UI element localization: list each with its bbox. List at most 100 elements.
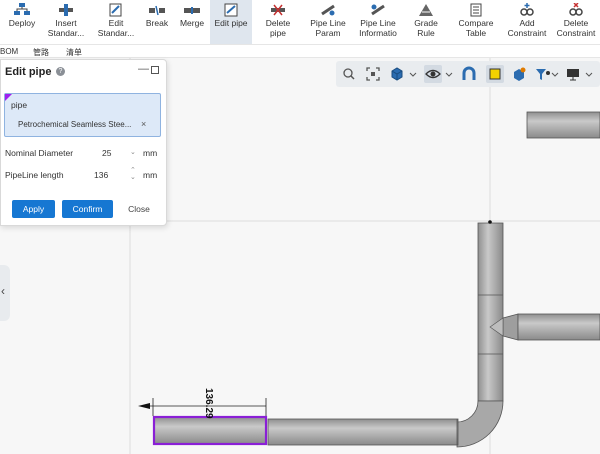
monitor-icon [567,69,579,81]
dimension-label[interactable]: 136.29 [203,388,214,419]
side-panel-toggle[interactable]: ‹ [0,265,10,321]
delete-pipe-button[interactable]: Delete pipe [258,0,298,44]
pipe-segment[interactable] [477,222,504,402]
pipe-line-info-button[interactable]: Pipe Line Informatio [356,0,400,44]
dimension-arrow [138,403,150,409]
grade-rule-label: Grade Rule [414,18,438,38]
pipe-arch-icon [462,66,476,80]
clear-pipe-icon[interactable]: × [141,119,146,129]
display-button[interactable] [564,65,582,83]
pipe-view-button[interactable] [460,65,478,83]
add-constraint-icon [520,3,534,16]
pipe-line-param-button[interactable]: Pipe Line Param [306,0,350,44]
merge-button[interactable]: Merge [176,0,208,44]
tee-fitting[interactable] [502,313,519,341]
ribbon-toolbar: Deploy Insert Standar... Edit Standar...… [0,0,600,44]
pipeline-length-unit: mm [143,170,158,180]
help-icon[interactable]: ? [56,67,65,76]
grade-rule-icon [419,4,433,16]
deploy-button[interactable]: Deploy [2,0,42,44]
filter-dropdown[interactable] [550,65,560,83]
insert-standard-label: Insert Standar... [47,18,85,38]
view-cube-button[interactable] [388,65,406,83]
delete-pipe-label: Delete pipe [265,18,291,38]
delete-constraint-button[interactable]: Delete Constraint [553,0,599,44]
nominal-diameter-select[interactable]: 25 [102,148,111,158]
pipeline-length-input[interactable]: 136 [94,170,108,180]
edit-standard-label: Edit Standar... [97,18,135,38]
stepper-icon[interactable]: ⌃ ⌄ [130,167,136,181]
endpoint-marker[interactable] [488,220,492,224]
add-constraint-button[interactable]: Add Constraint [505,0,549,44]
chevron-down-icon[interactable]: ⌄ [130,148,136,156]
display-dropdown[interactable] [584,65,594,83]
nominal-diameter-unit: mm [143,148,158,158]
pipe-selection-box[interactable]: pipe Petrochemical Seamless Stee... × [4,93,161,137]
close-button[interactable]: Close [122,200,156,218]
break-button[interactable]: Break [142,0,172,44]
visibility-button[interactable] [424,65,442,83]
add-constraint-label: Add Constraint [507,18,547,38]
nominal-diameter-label: Nominal Diameter [5,148,74,158]
dialog-title: Edit pipe [5,66,52,78]
pipeline-length-row: PipeLine length 136 ⌃ ⌄ mm [5,167,165,182]
edit-standard-icon [109,3,122,17]
grade-rule-button[interactable]: Grade Rule [410,0,442,44]
pipe-segment[interactable] [267,418,459,446]
merge-label: Merge [179,18,205,28]
chevron-left-icon: ‹ [1,284,5,298]
list-tab[interactable]: 清单 [66,47,82,58]
bom-tab[interactable]: BOM [0,47,18,56]
break-icon [149,5,165,16]
elbow-fitting[interactable] [456,400,504,448]
pipeline-tab[interactable]: 管路 [33,47,49,58]
magnifier-icon [343,68,355,80]
edit-pipe-icon [224,3,238,17]
edit-pipe-dialog: Edit pipe ? — pipe Petrochemical Seamles… [0,59,167,226]
compare-table-button[interactable]: Compare Table [454,0,498,44]
eye-icon [425,69,441,79]
delete-constraint-label: Delete Constraint [556,18,596,38]
shaded-cube-icon [489,68,501,80]
chevron-down-icon [585,72,593,77]
secondary-toolbar: BOM 管路 清单 [0,44,600,58]
section-view-button[interactable] [510,65,528,83]
visibility-dropdown[interactable] [444,65,454,83]
pipe-line-param-label: Pipe Line Param [310,18,346,38]
restore-icon[interactable] [151,66,159,74]
chevron-down-icon [409,72,417,77]
minimize-icon[interactable]: — [138,63,149,75]
zoom-button[interactable] [340,65,358,83]
pipe-line-info-icon [371,4,385,16]
insert-standard-button[interactable]: Insert Standar... [46,0,86,44]
selected-pipe[interactable] [152,415,268,446]
edit-pipe-button[interactable]: Edit pipe [210,0,252,44]
section-cube-icon [514,67,526,81]
pipe-field-label: pipe [11,100,28,110]
confirm-button[interactable]: Confirm [62,200,113,218]
delete-constraint-icon [569,3,583,16]
pipe-value: Petrochemical Seamless Stee... [18,120,132,129]
insert-standard-icon [59,4,73,16]
fit-view-button[interactable] [364,65,382,83]
delete-pipe-icon [271,4,285,16]
break-label: Break [145,18,169,28]
pipe-segment[interactable] [526,111,600,139]
shaded-view-button[interactable] [486,65,504,83]
compare-table-icon [470,3,482,17]
view-cube-dropdown[interactable] [408,65,418,83]
nominal-diameter-row: Nominal Diameter 25 ⌄ mm [5,148,165,160]
merge-icon [184,7,200,14]
pipe-segment[interactable] [517,313,600,341]
view-toolbar [336,61,600,87]
edit-standard-button[interactable]: Edit Standar... [95,0,137,44]
apply-button[interactable]: Apply [12,200,55,218]
deploy-label: Deploy [8,18,36,28]
chevron-down-icon [551,72,559,77]
fit-view-icon [366,67,380,81]
compare-table-label: Compare Table [458,18,494,38]
cube-icon [391,67,403,81]
edit-pipe-label: Edit pipe [214,18,248,28]
deploy-icon [14,3,30,15]
pipe-line-info-label: Pipe Line Informatio [359,18,397,38]
